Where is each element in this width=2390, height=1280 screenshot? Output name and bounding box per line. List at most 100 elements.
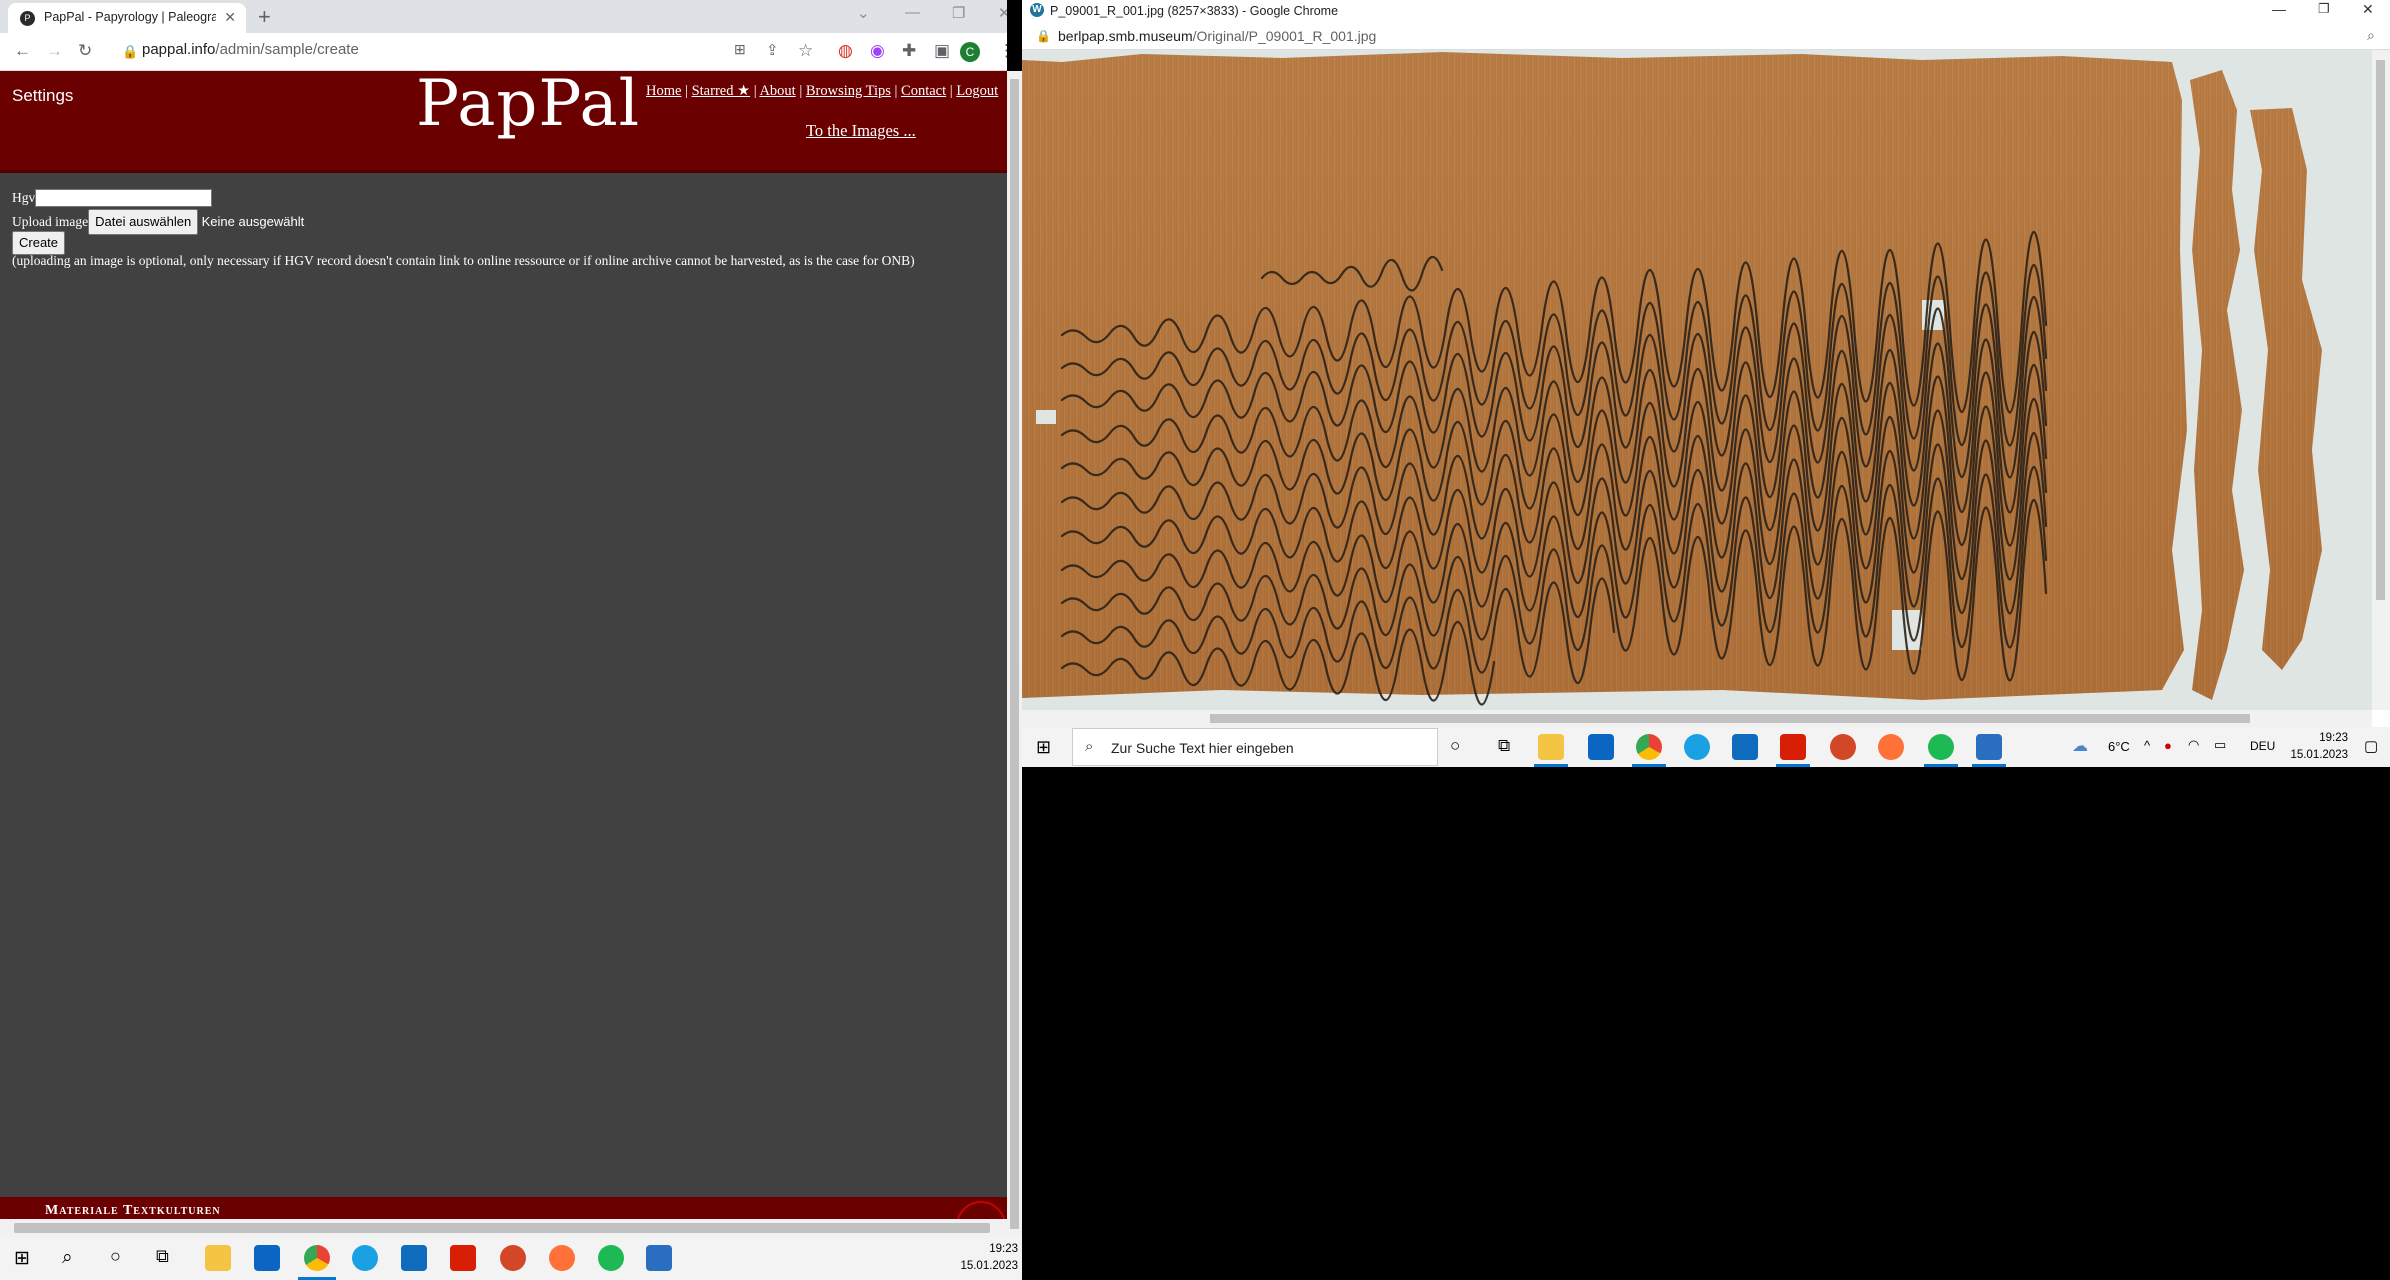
settings-link[interactable]: Settings: [12, 86, 73, 106]
mail-icon[interactable]: [1732, 734, 1758, 760]
reload-icon[interactable]: ↻: [78, 41, 92, 61]
tray-app-icon[interactable]: ●: [2164, 738, 2172, 753]
task-view-icon[interactable]: ⧉: [1498, 736, 1510, 756]
task-view-icon[interactable]: ⧉: [156, 1246, 169, 1267]
tab-search-icon[interactable]: ⌄: [857, 4, 870, 22]
nav-about[interactable]: About: [759, 83, 795, 99]
file-explorer-icon[interactable]: [205, 1245, 231, 1271]
hgv-label: Hgv: [12, 190, 36, 205]
close-window-icon[interactable]: ✕: [2362, 1, 2374, 18]
active-indicator: [1776, 764, 1810, 767]
battery-icon[interactable]: ▭: [2214, 737, 2226, 753]
chrome-icon[interactable]: [1636, 734, 1662, 760]
address-bar[interactable]: pappal.info/admin/sample/create: [142, 41, 359, 58]
image-horizontal-scrollbar[interactable]: [1022, 710, 2372, 727]
nav-home[interactable]: Home: [646, 83, 681, 99]
spotify-icon[interactable]: [598, 1245, 624, 1271]
forward-icon[interactable]: →: [46, 41, 63, 61]
image-vertical-scrollbar[interactable]: [2372, 50, 2390, 710]
edge-icon[interactable]: [1684, 734, 1710, 760]
nav-contact[interactable]: Contact: [901, 83, 946, 99]
extensions-puzzle-icon[interactable]: ✚: [902, 41, 916, 61]
hgv-input[interactable]: [35, 188, 213, 207]
powerpoint-icon[interactable]: [500, 1245, 526, 1271]
side-panel-icon[interactable]: ▣: [934, 41, 950, 61]
acrobat-icon[interactable]: [450, 1245, 476, 1271]
vertical-scrollbar[interactable]: [1007, 71, 1022, 1237]
bookmark-star-icon[interactable]: ☆: [798, 41, 813, 61]
cortana-icon[interactable]: ○: [110, 1246, 121, 1267]
back-icon[interactable]: ←: [14, 41, 31, 61]
right-taskbar: ⊞ ⌕ Zur Suche Text hier eingeben ○ ⧉ ☁ 6…: [1022, 727, 2390, 767]
right-url[interactable]: berlpap.smb.museum/Original/P_09001_R_00…: [1058, 28, 1376, 44]
mail-icon[interactable]: [401, 1245, 427, 1271]
window-title: P_09001_R_001.jpg (8257×3833) - Google C…: [1050, 4, 1339, 18]
restore-icon[interactable]: ❐: [2318, 1, 2330, 17]
nav-starred[interactable]: Starred ★: [692, 83, 751, 99]
microsoft-store-icon[interactable]: [254, 1245, 280, 1271]
lock-icon[interactable]: 🔒: [122, 44, 138, 60]
scroll-thumb[interactable]: [2376, 60, 2385, 600]
weather-temp[interactable]: 6°C: [2108, 739, 2130, 754]
footer-text: Materiale Textkulturen: [45, 1203, 221, 1218]
weather-cloud-icon[interactable]: ☁: [2072, 736, 2088, 756]
pappal-page: Settings PapPal Home | Starred ★ | About…: [0, 71, 1007, 1219]
taskbar-clock[interactable]: 19:23 15.01.2023: [2270, 730, 2348, 764]
scroll-thumb[interactable]: [1010, 79, 1019, 1229]
chrome-icon[interactable]: [304, 1245, 330, 1271]
minimize-icon[interactable]: —: [905, 4, 920, 21]
taskbar-search-box[interactable]: ⌕ Zur Suche Text hier eingeben: [1072, 728, 1438, 766]
translate-icon[interactable]: ⊞: [734, 41, 746, 58]
extension-purple-icon[interactable]: ◉: [870, 41, 885, 61]
notifications-icon[interactable]: ▢: [2364, 737, 2378, 755]
windows-start-icon[interactable]: ⊞: [14, 1247, 30, 1270]
firefox-icon[interactable]: [1878, 734, 1904, 760]
wifi-icon[interactable]: ◠: [2188, 737, 2199, 753]
windows-start-icon[interactable]: ⊞: [1036, 737, 1051, 758]
nav-separator: |: [685, 83, 688, 99]
scroll-thumb[interactable]: [14, 1223, 990, 1233]
file-status: Keine ausgewählt: [201, 214, 305, 229]
powerpoint-icon[interactable]: [1830, 734, 1856, 760]
acrobat-icon[interactable]: [1780, 734, 1806, 760]
minimize-icon[interactable]: —: [2272, 1, 2286, 17]
pappal-logo[interactable]: PapPal: [416, 71, 640, 141]
new-tab-icon[interactable]: +: [258, 4, 271, 30]
search-placeholder: Zur Suche Text hier eingeben: [1111, 740, 1294, 756]
cortana-icon[interactable]: ○: [1450, 736, 1460, 756]
firefox-icon[interactable]: [549, 1245, 575, 1271]
taskbar-clock[interactable]: 19:23 15.01.2023: [930, 1241, 1018, 1275]
profile-avatar[interactable]: C: [960, 42, 980, 62]
search-icon[interactable]: ⌕: [62, 1247, 73, 1269]
zoom-icon[interactable]: ⌕: [2367, 27, 2375, 44]
tab-pappal[interactable]: P PapPal - Papyrology | Paleograph ✕: [8, 3, 246, 33]
nav-browsing-tips[interactable]: Browsing Tips: [806, 83, 891, 99]
photos-icon[interactable]: [1976, 734, 2002, 760]
papyrus-image[interactable]: [1022, 50, 2372, 710]
photos-icon[interactable]: [646, 1245, 672, 1271]
spotify-icon[interactable]: [1928, 734, 1954, 760]
create-sample-form: Hgv Upload image Datei auswählen Keine au…: [12, 187, 915, 269]
wordpress-favicon-icon: W: [1030, 3, 1044, 17]
restore-icon[interactable]: ❐: [952, 4, 965, 22]
right-address-bar[interactable]: 🔒 berlpap.smb.museum/Original/P_09001_R_…: [1022, 22, 2390, 50]
nav-logout[interactable]: Logout: [956, 83, 998, 99]
share-icon[interactable]: ⇪: [766, 41, 779, 59]
tray-chevron-icon[interactable]: ^: [2144, 738, 2150, 753]
close-window-icon[interactable]: ✕: [998, 4, 1007, 22]
papyrus-image-svg: [1022, 52, 2322, 706]
create-button[interactable]: Create: [12, 231, 66, 255]
extension-red-icon[interactable]: ◍: [838, 41, 853, 61]
active-indicator: [1972, 764, 2006, 767]
file-explorer-icon[interactable]: [1538, 734, 1564, 760]
clock-time: 19:23: [2319, 732, 2348, 744]
microsoft-store-icon[interactable]: [1588, 734, 1614, 760]
choose-file-button[interactable]: Datei auswählen: [88, 209, 199, 235]
close-tab-icon[interactable]: ✕: [224, 9, 236, 26]
active-indicator: [1632, 764, 1666, 767]
edge-icon[interactable]: [352, 1245, 378, 1271]
horizontal-scrollbar[interactable]: [0, 1219, 1007, 1237]
to-the-images-link[interactable]: To the Images ...: [806, 121, 916, 141]
menu-dots-icon[interactable]: ⋮: [998, 41, 1007, 61]
scroll-thumb[interactable]: [1210, 714, 2250, 723]
